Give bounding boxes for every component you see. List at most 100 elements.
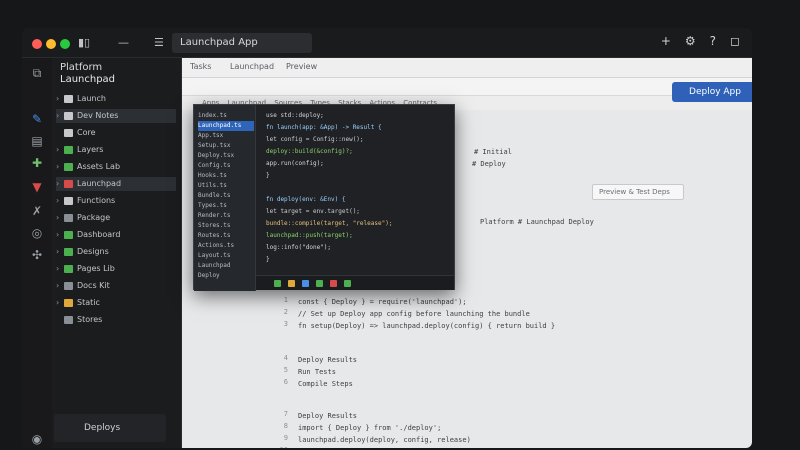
sidebar-item[interactable]: › Launchpad [56, 177, 176, 191]
chevron-right-icon: › [56, 230, 60, 239]
run-icon[interactable]: ✎ [30, 112, 44, 126]
search-input[interactable]: Preview & Test Deps [592, 184, 684, 200]
sidebar-item-label: Layers [77, 145, 104, 154]
line-number: 1 [283, 296, 288, 304]
close-window-button[interactable] [32, 39, 42, 49]
popup-file-item[interactable]: Hooks.ts [198, 171, 254, 181]
editor-tab-tasks[interactable]: Tasks [190, 62, 211, 75]
sidebar-item[interactable]: › Docs Kit [56, 279, 176, 293]
sidebar-item[interactable]: › Pages Lib [56, 262, 176, 276]
sidebar-item[interactable]: › Designs [56, 245, 176, 259]
explorer-icon[interactable]: ⧉ [30, 66, 44, 80]
popup-file-item[interactable]: Config.ts [198, 161, 254, 171]
popup-file-item[interactable]: Stores.ts [198, 221, 254, 231]
popup-code-line: deploy::build(&config)?; [266, 148, 353, 155]
sidebar-item-label: Dev Notes [77, 111, 119, 120]
sidebar-item[interactable]: › Static [56, 296, 176, 310]
popup-file-item[interactable]: Routes.ts [198, 231, 254, 241]
status-indicator [302, 280, 309, 287]
sidebar-item[interactable]: › Functions [56, 194, 176, 208]
sidebar-item-label: Docs Kit [77, 281, 110, 290]
popup-file-item[interactable]: Launchpad.ts [198, 121, 254, 131]
line-number: 7 [283, 410, 288, 418]
popup-code-line: launchpad::push(target); [266, 232, 353, 239]
source-icon[interactable]: ▤ [30, 134, 44, 148]
sidebar-item[interactable]: › Dev Notes [56, 109, 176, 123]
sidebar-item[interactable]: Stores [56, 313, 176, 327]
code-line: Deploy Results [298, 412, 358, 420]
sidebar-item[interactable]: › Dashboard [56, 228, 176, 242]
popup-file-item[interactable]: Utils.ts [198, 181, 254, 191]
popup-code-line: let target = env.target(); [266, 208, 360, 215]
popup-file-item[interactable]: App.tsx [198, 131, 254, 141]
popup-file-item[interactable]: Types.ts [198, 201, 254, 211]
code-line: launchpad.deploy(deploy, config, release… [298, 436, 471, 444]
popup-code-line: let config = Config::new(); [266, 136, 364, 143]
popup-code-line: app.run(config); [266, 160, 324, 167]
popup-file-item[interactable]: Bundle.ts [198, 191, 254, 201]
folder-icon [64, 111, 73, 120]
extensions-icon[interactable]: ✚ [30, 156, 44, 170]
deploy-app-button[interactable]: Deploy App [672, 82, 752, 102]
account-icon[interactable]: ◉ [30, 432, 44, 446]
sidebar-item[interactable]: › Launch [56, 92, 176, 106]
add-icon[interactable]: + [661, 34, 671, 52]
sidebar-subtitle: Launchpad [60, 74, 116, 85]
gear-icon[interactable]: ⚙ [685, 34, 696, 52]
line-number: 9 [283, 434, 288, 442]
popup-code-line: use std::deploy; [266, 112, 324, 119]
popup-code-line: } [266, 172, 270, 179]
maximize-window-button[interactable] [60, 39, 70, 49]
editor-tabs: Tasks Launchpad Preview [182, 58, 752, 78]
line-number: 10 [278, 446, 288, 448]
popup-file-item[interactable]: Render.ts [198, 211, 254, 221]
sidebar: ⧉ ✎ ▤ ✚ ▼ ✗ ◎ ✣ ◉ ⚙ Platform Launchpad ›… [22, 58, 182, 448]
popup-file-item[interactable]: Actions.ts [198, 241, 254, 251]
popup-file-item[interactable]: Deploy [198, 271, 254, 281]
status-indicator [274, 280, 281, 287]
popup-file-item[interactable]: Setup.tsx [198, 141, 254, 151]
sidebar-item[interactable]: › Layers [56, 143, 176, 157]
chevron-right-icon: › [56, 213, 60, 222]
line-number: 2 [283, 308, 288, 316]
popup-file-item[interactable]: Layout.ts [198, 251, 254, 261]
sidebar-item-label: Core [77, 128, 96, 137]
window-icon[interactable]: ◻ [730, 34, 740, 52]
line-number: 3 [283, 320, 288, 328]
chevron-right-icon: › [56, 145, 60, 154]
chevron-down-icon[interactable]: — [118, 35, 129, 51]
pin-icon[interactable]: ✣ [30, 248, 44, 262]
sidebar-toggle-icon[interactable]: ▮▯ [78, 35, 90, 51]
popup-file-item[interactable]: Deploy.tsx [198, 151, 254, 161]
sidebar-item[interactable]: Core [56, 126, 176, 140]
minimize-window-button[interactable] [46, 39, 56, 49]
sidebar-item-label: Pages Lib [77, 264, 115, 273]
popup-file-item[interactable]: index.ts [198, 111, 254, 121]
deploys-label: Deploys [84, 423, 121, 433]
chevron-right-icon: › [56, 196, 60, 205]
titlebar-actions: + ⚙ ? ◻ [661, 34, 740, 52]
code-line: Platform # Launchpad Deploy [480, 218, 594, 226]
tab-launchpad[interactable]: Launchpad App [172, 33, 312, 53]
debug-icon[interactable]: ▼ [30, 180, 44, 194]
deploys-button[interactable]: Deploys [54, 414, 166, 442]
folder-icon [64, 281, 73, 290]
code-line: import { Deploy } from './deploy'; [298, 424, 442, 432]
line-number: 8 [283, 422, 288, 430]
sidebar-item[interactable]: › Package [56, 211, 176, 225]
folder-icon [64, 230, 73, 239]
menu-icon[interactable]: ☰ [154, 35, 164, 51]
line-number: 6 [283, 378, 288, 386]
title-bar: ▮▯ — ☰ Launchpad App + ⚙ ? ◻ [22, 28, 752, 58]
folder-icon [64, 264, 73, 273]
tools-icon[interactable]: ✗ [30, 204, 44, 218]
sidebar-item[interactable]: › Assets Lab [56, 160, 176, 174]
chevron-right-icon: › [56, 111, 60, 120]
popup-file-item[interactable]: Launchpad [198, 261, 254, 271]
editor-tab-preview[interactable]: Preview [286, 62, 317, 75]
help-icon[interactable]: ? [710, 34, 716, 52]
chevron-right-icon: › [56, 264, 60, 273]
sidebar-item-label: Launch [77, 94, 106, 103]
target-icon[interactable]: ◎ [30, 226, 44, 240]
editor-tab-launchpad[interactable]: Launchpad [230, 62, 274, 75]
